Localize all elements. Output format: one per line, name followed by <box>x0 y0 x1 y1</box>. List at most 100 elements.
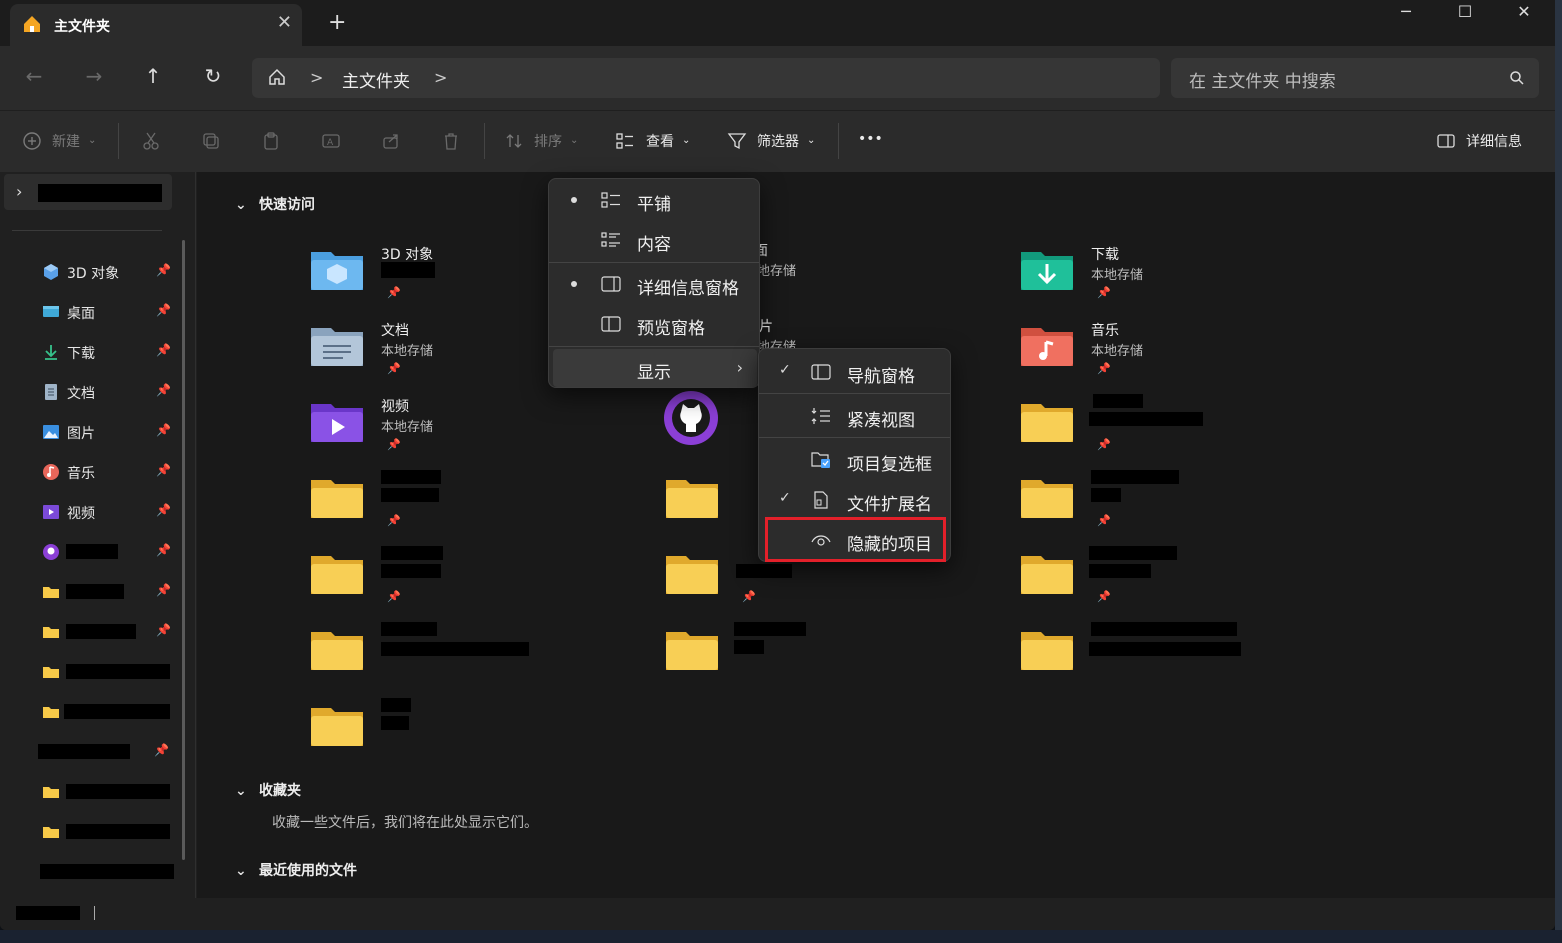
sort-chevron-icon: ⌄ <box>570 135 579 146</box>
favorites-header[interactable]: ⌄ 收藏夹 <box>235 780 301 800</box>
share-icon[interactable] <box>381 131 401 151</box>
collapse-chevron-icon[interactable]: ⌄ <box>235 197 259 213</box>
menu-item-file-extensions[interactable]: ✓ 文件扩展名 <box>763 481 948 519</box>
redacted-block <box>381 716 409 730</box>
menu-item-show[interactable]: 显示 › <box>553 349 757 387</box>
redacted-block <box>381 262 435 278</box>
new-tab-button[interactable]: + <box>328 10 346 35</box>
redacted-block <box>381 698 411 712</box>
expand-chevron-icon[interactable]: › <box>16 182 22 201</box>
rename-icon[interactable]: A <box>321 131 341 151</box>
filter-chevron-icon: ⌄ <box>807 135 816 146</box>
desktop-background-bottom <box>0 930 1562 943</box>
sidebar-item-redacted[interactable]: 📌 <box>38 740 178 764</box>
new-button[interactable]: 新建 <box>52 131 80 151</box>
paste-icon[interactable] <box>261 131 281 151</box>
breadcrumb-separator[interactable]: > <box>310 68 323 87</box>
sidebar-home-item[interactable]: › <box>4 174 172 210</box>
sidebar-item-3d-objects[interactable]: 3D 对象 📌 <box>40 260 180 284</box>
folder-item[interactable]: 📌 <box>309 470 629 536</box>
sort-button[interactable]: 排序 <box>534 131 562 151</box>
pin-icon: 📌 <box>1097 362 1111 375</box>
folder-item[interactable] <box>309 622 629 688</box>
redacted-block <box>381 546 443 560</box>
folder-icon <box>1021 556 1073 594</box>
sidebar-item-folder[interactable] <box>40 660 180 684</box>
sidebar-item-github[interactable]: 📌 <box>40 540 180 564</box>
check-icon: ✓ <box>779 362 791 378</box>
breadcrumb-separator-end[interactable]: > <box>434 68 447 87</box>
back-button[interactable]: ← <box>20 64 48 92</box>
sidebar-item-music[interactable]: 音乐 📌 <box>40 460 180 484</box>
pin-icon: 📌 <box>156 423 171 437</box>
filter-button[interactable]: 筛选器 <box>757 131 799 151</box>
quick-access-header[interactable]: ⌄ 快速访问 <box>235 194 315 214</box>
close-button[interactable]: ✕ <box>1504 2 1544 24</box>
pin-icon: 📌 <box>154 743 169 757</box>
menu-item-navigation-pane[interactable]: ✓ 导航窗格 <box>763 353 948 391</box>
menu-item-tiles[interactable]: 平铺 <box>553 181 757 219</box>
folder-item[interactable]: 📌 <box>309 546 629 612</box>
menu-item-compact-view[interactable]: 紧凑视图 <box>763 397 948 435</box>
sidebar-scrollbar[interactable] <box>182 240 185 860</box>
minimize-button[interactable]: ─ <box>1386 2 1426 24</box>
delete-icon[interactable] <box>441 131 461 151</box>
github-icon <box>43 544 59 560</box>
pin-icon: 📌 <box>387 514 401 527</box>
tab-close-button[interactable]: ✕ <box>277 12 292 33</box>
forward-button[interactable]: → <box>80 64 108 92</box>
collapse-chevron-icon[interactable]: ⌄ <box>235 783 259 799</box>
recent-files-header[interactable]: ⌄ 最近使用的文件 <box>235 860 357 880</box>
folder-item[interactable] <box>664 622 984 688</box>
folder-item[interactable]: 📌 <box>1019 394 1339 460</box>
sidebar-item-pictures[interactable]: 图片 📌 <box>40 420 180 444</box>
address-bar[interactable]: > 主文件夹 > <box>252 58 1160 98</box>
up-button[interactable]: ↑ <box>139 64 167 92</box>
redacted-block <box>66 664 170 679</box>
maximize-button[interactable]: ☐ <box>1445 2 1485 24</box>
sidebar-item-downloads[interactable]: 下载 📌 <box>40 340 180 364</box>
menu-item-content[interactable]: 内容 <box>553 221 757 259</box>
folder-item[interactable]: 📌 <box>1019 470 1339 536</box>
music-icon <box>43 464 59 480</box>
github-icon[interactable] <box>663 390 719 446</box>
folder-videos[interactable]: 视频 本地存储 📌 <box>309 394 629 460</box>
view-button[interactable]: 查看 <box>646 131 674 151</box>
collapse-chevron-icon[interactable]: ⌄ <box>235 863 259 879</box>
video-icon <box>43 505 59 519</box>
svg-text:A: A <box>327 138 334 148</box>
folder-music[interactable]: 音乐 本地存储 📌 <box>1019 318 1339 384</box>
sidebar-item-folder[interactable] <box>40 780 180 804</box>
more-options-button[interactable]: ••• <box>858 131 883 147</box>
breadcrumb-home-folder[interactable]: 主文件夹 <box>342 67 410 92</box>
folder-item[interactable]: 📌 <box>1019 546 1339 612</box>
tab-home[interactable]: 主文件夹 ✕ <box>10 4 302 46</box>
copy-icon[interactable] <box>201 131 221 151</box>
refresh-button[interactable]: ↻ <box>199 64 227 92</box>
pin-icon: 📌 <box>387 590 401 603</box>
details-button[interactable]: 详细信息 <box>1466 131 1522 151</box>
navigation-bar: ← → ↑ ↻ > 主文件夹 > 在 主文件夹 中搜索 <box>0 46 1555 110</box>
download-icon <box>45 345 57 360</box>
redacted-block <box>736 564 792 578</box>
search-box[interactable]: 在 主文件夹 中搜索 <box>1171 58 1539 98</box>
cube-icon <box>44 264 58 280</box>
sidebar-item-videos[interactable]: 视频 📌 <box>40 500 180 524</box>
folder-icon <box>43 627 59 638</box>
folder-downloads[interactable]: 下载 本地存储 📌 <box>1019 242 1339 308</box>
sidebar-item-folder[interactable]: 📌 <box>40 620 180 644</box>
cut-icon[interactable] <box>141 131 161 151</box>
menu-item-details-pane[interactable]: 详细信息窗格 <box>553 265 757 303</box>
sidebar-item-folder[interactable] <box>40 700 180 724</box>
sidebar-item-documents[interactable]: 文档 📌 <box>40 380 180 404</box>
sidebar-item-folder[interactable] <box>40 820 180 844</box>
folder-item[interactable] <box>309 698 629 764</box>
sidebar-item-desktop[interactable]: 桌面 📌 <box>40 300 180 324</box>
redacted-block <box>40 864 174 879</box>
folder-item[interactable] <box>1019 622 1339 688</box>
sidebar-item-folder[interactable]: 📌 <box>40 580 180 604</box>
3d-folder-icon <box>311 252 363 290</box>
menu-item-preview-pane[interactable]: 预览窗格 <box>553 305 757 343</box>
redacted-block <box>16 906 80 920</box>
menu-item-item-checkboxes[interactable]: 项目复选框 <box>763 441 948 479</box>
